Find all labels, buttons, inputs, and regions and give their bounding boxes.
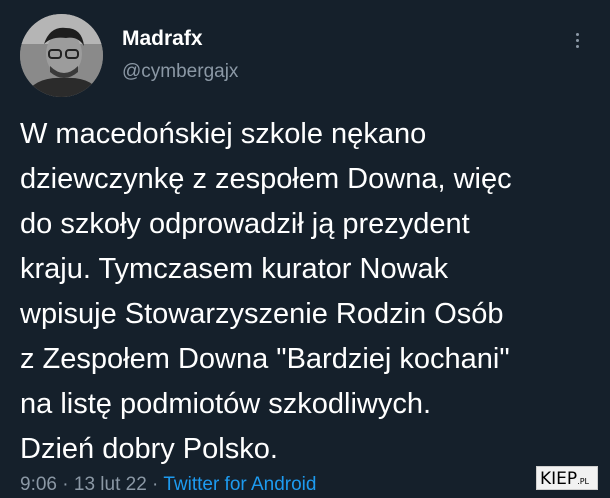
tweet-text-line: dziewczynkę z zespołem Downa, więc xyxy=(20,163,512,195)
previous-tweet-fragment: ·· ··· · ··· ·· · xyxy=(80,0,320,4)
tweet-text-line: kraju. Tymczasem kurator Nowak xyxy=(20,253,449,285)
tweet-text-line: W macedońskiej szkole nękano xyxy=(20,118,427,150)
meta-separator: · xyxy=(146,474,164,495)
more-options-icon[interactable] xyxy=(571,30,583,56)
watermark-text: KIEP xyxy=(540,469,578,489)
tweet-date[interactable]: 13 lut 22 xyxy=(74,474,147,495)
tweet-time[interactable]: 9:06 xyxy=(20,474,57,495)
tweet-text-line: wpisuje Stowarzyszenie Rodzin Osób xyxy=(20,298,504,330)
author-display-name[interactable]: Madrafx xyxy=(122,27,203,51)
meta-separator: · xyxy=(56,474,74,495)
tweet-text-line: do szkoły odprowadził ją prezydent xyxy=(20,208,470,240)
watermark-suffix: .PL xyxy=(577,477,589,486)
tweet-source-link[interactable]: Twitter for Android xyxy=(163,474,316,495)
tweet-metadata: 9:06 · 13 lut 22 · Twitter for Android xyxy=(20,474,316,496)
tweet-text-line: z Zespołem Downa "Bardziej kochani" xyxy=(20,343,510,375)
tweet-text-line: Dzień dobry Polsko. xyxy=(20,433,278,465)
author-handle[interactable]: @cymbergajx xyxy=(122,61,238,83)
tweet-text: W macedońskiej szkole nękano dziewczynkę… xyxy=(20,112,610,472)
site-watermark-logo: KIEP.PL xyxy=(536,466,598,490)
avatar[interactable] xyxy=(20,14,103,97)
user-avatar-photo-icon xyxy=(20,14,103,97)
tweet-text-line: na listę podmiotów szkodliwych. xyxy=(20,388,432,420)
